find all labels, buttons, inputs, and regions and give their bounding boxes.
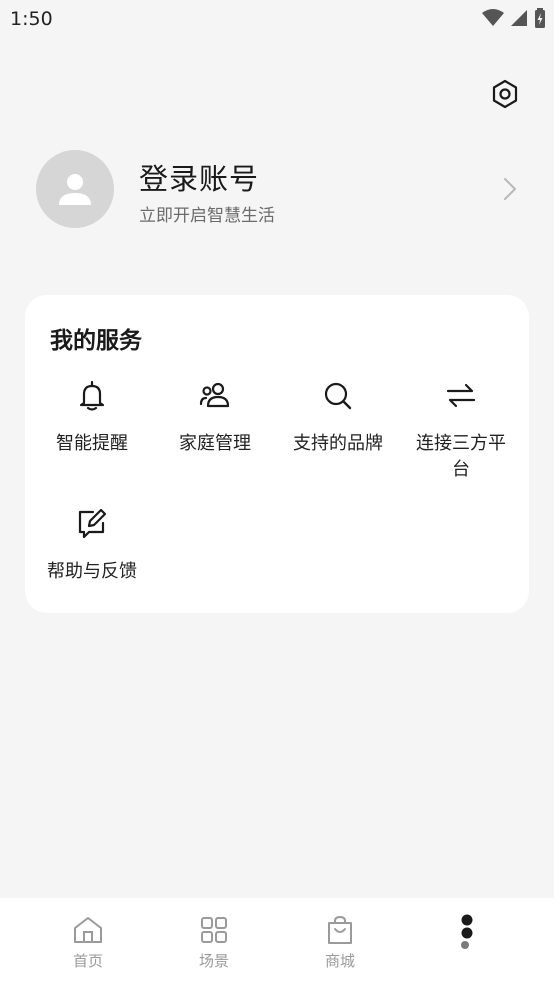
- service-label: 智能提醒: [56, 433, 128, 454]
- profile-screen: 1:50 登录账号 立即开启智慧生活 我的服务 智能提醒 家庭管理 支持的品牌 …: [0, 0, 554, 984]
- search-icon: [324, 382, 352, 410]
- family-icon: [199, 382, 230, 408]
- settings-hexagon-icon: [492, 79, 518, 109]
- nav-item-profile[interactable]: [427, 914, 507, 958]
- home-icon: [74, 917, 102, 943]
- login-account-row[interactable]: 登录账号 立即开启智慧生活: [36, 150, 526, 230]
- service-supported-brands[interactable]: 支持的品牌: [276, 379, 400, 457]
- wifi-icon: [482, 9, 504, 26]
- service-family-management[interactable]: 家庭管理: [153, 379, 277, 457]
- feedback-edit-icon: [78, 508, 107, 539]
- nav-item-scenes[interactable]: 场景: [174, 914, 254, 971]
- cellular-signal-icon: [511, 10, 527, 26]
- nav-label: 商城: [324, 952, 355, 970]
- status-time: 1:50: [10, 8, 53, 30]
- chevron-right-icon[interactable]: [502, 176, 518, 202]
- login-subtitle: 立即开启智慧生活: [139, 206, 275, 226]
- service-label: 连接三方平台: [416, 433, 506, 480]
- nav-item-mall[interactable]: 商城: [300, 914, 380, 971]
- battery-charging-icon: [535, 8, 545, 28]
- profile-dots-icon: [461, 914, 473, 949]
- service-help-feedback[interactable]: 帮助与反馈: [30, 507, 154, 585]
- nav-item-home[interactable]: 首页: [48, 914, 128, 971]
- service-smart-reminder[interactable]: 智能提醒: [30, 379, 154, 457]
- shopping-bag-icon: [328, 915, 352, 944]
- my-services-card: 我的服务 智能提醒 家庭管理 支持的品牌 连接三方平台 帮助与反馈: [25, 295, 529, 613]
- services-title: 我的服务: [50, 328, 142, 354]
- bottom-navigation: 首页 场景 商城: [0, 898, 554, 984]
- settings-button[interactable]: [488, 77, 522, 111]
- service-connect-third-party[interactable]: 连接三方平台: [399, 379, 523, 483]
- login-title[interactable]: 登录账号: [139, 156, 259, 198]
- grid-icon: [201, 917, 227, 943]
- user-placeholder-icon: [59, 174, 91, 205]
- nav-label: 场景: [198, 952, 229, 970]
- service-label: 家庭管理: [179, 433, 251, 454]
- status-icons: [482, 8, 546, 28]
- status-bar: 1:50: [0, 0, 554, 38]
- avatar[interactable]: [36, 150, 114, 228]
- swap-arrows-icon: [446, 383, 476, 408]
- bell-icon: [79, 380, 105, 411]
- service-label: 支持的品牌: [293, 433, 383, 454]
- nav-label: 首页: [72, 952, 103, 970]
- service-label: 帮助与反馈: [47, 561, 137, 582]
